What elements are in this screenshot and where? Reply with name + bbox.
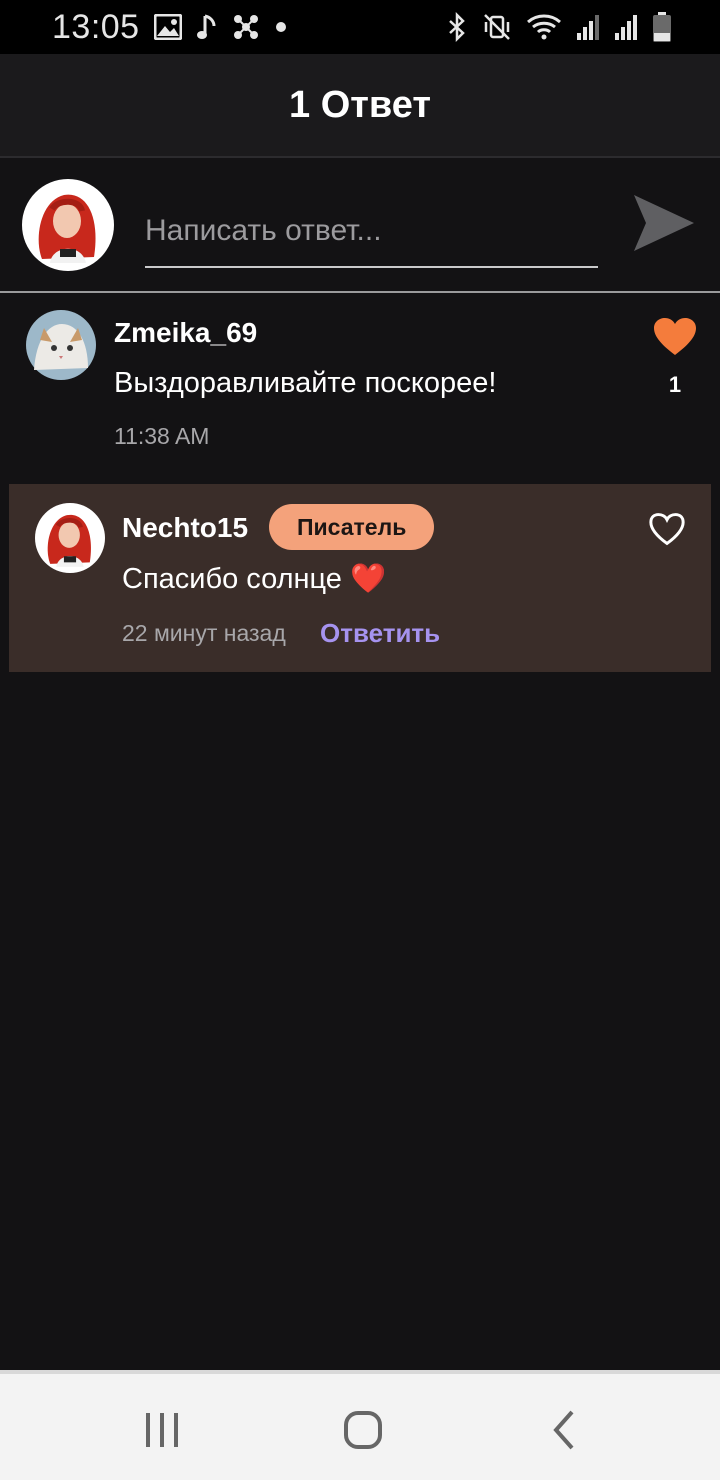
send-button[interactable] — [628, 190, 698, 258]
heart-outline-icon — [649, 513, 685, 546]
dot-icon — [274, 20, 288, 34]
status-time: 13:05 — [52, 7, 140, 46]
signal-icon — [576, 13, 600, 41]
nodes-icon — [232, 13, 260, 41]
back-button[interactable] — [534, 1400, 594, 1460]
recents-button[interactable] — [132, 1400, 192, 1460]
image-icon — [153, 14, 182, 40]
heart-filled-icon — [654, 318, 696, 355]
app-header: 1 Ответ — [0, 54, 720, 158]
reply-card: Nechto15 Писатель Спасибо солнце ❤️ 22 м… — [9, 484, 711, 672]
role-badge: Писатель — [269, 504, 435, 550]
page-title: 1 Ответ — [289, 83, 431, 126]
recents-icon — [146, 1413, 178, 1447]
back-icon — [553, 1410, 574, 1450]
avatar[interactable] — [35, 503, 105, 573]
home-button[interactable] — [333, 1400, 393, 1460]
wifi-icon — [526, 12, 562, 42]
status-left: 13:05 — [52, 8, 288, 47]
home-icon — [344, 1411, 382, 1449]
send-icon — [634, 194, 694, 251]
reply-username[interactable]: Nechto15 — [122, 512, 248, 544]
reply-text: Спасибо солнце ❤️ — [122, 563, 387, 595]
comment-time: 11:38 AM — [114, 423, 210, 449]
comment: Zmeika_69 Выздоравливайте поскорее! 11:3… — [0, 295, 720, 475]
like-button[interactable] — [652, 317, 698, 359]
reply-input[interactable] — [145, 196, 598, 268]
battery-icon — [652, 11, 672, 43]
comment-username[interactable]: Zmeika_69 — [114, 317, 257, 349]
status-right — [446, 11, 672, 43]
music-note-icon — [196, 13, 218, 41]
avatar[interactable] — [26, 310, 96, 380]
status-bar: 13:05 — [0, 0, 720, 54]
signal-icon — [614, 13, 638, 41]
reply-time: 22 минут назад — [122, 620, 286, 646]
mute-vibrate-icon — [482, 12, 512, 42]
compose-reply — [0, 158, 720, 293]
reply-link[interactable]: Ответить — [320, 618, 440, 649]
bluetooth-icon — [446, 12, 468, 42]
avatar[interactable] — [22, 179, 114, 271]
like-count: 1 — [668, 372, 682, 397]
like-button[interactable] — [647, 512, 687, 548]
system-nav-bar — [0, 1370, 720, 1480]
comment-text: Выздоравливайте поскорее! — [114, 367, 497, 399]
